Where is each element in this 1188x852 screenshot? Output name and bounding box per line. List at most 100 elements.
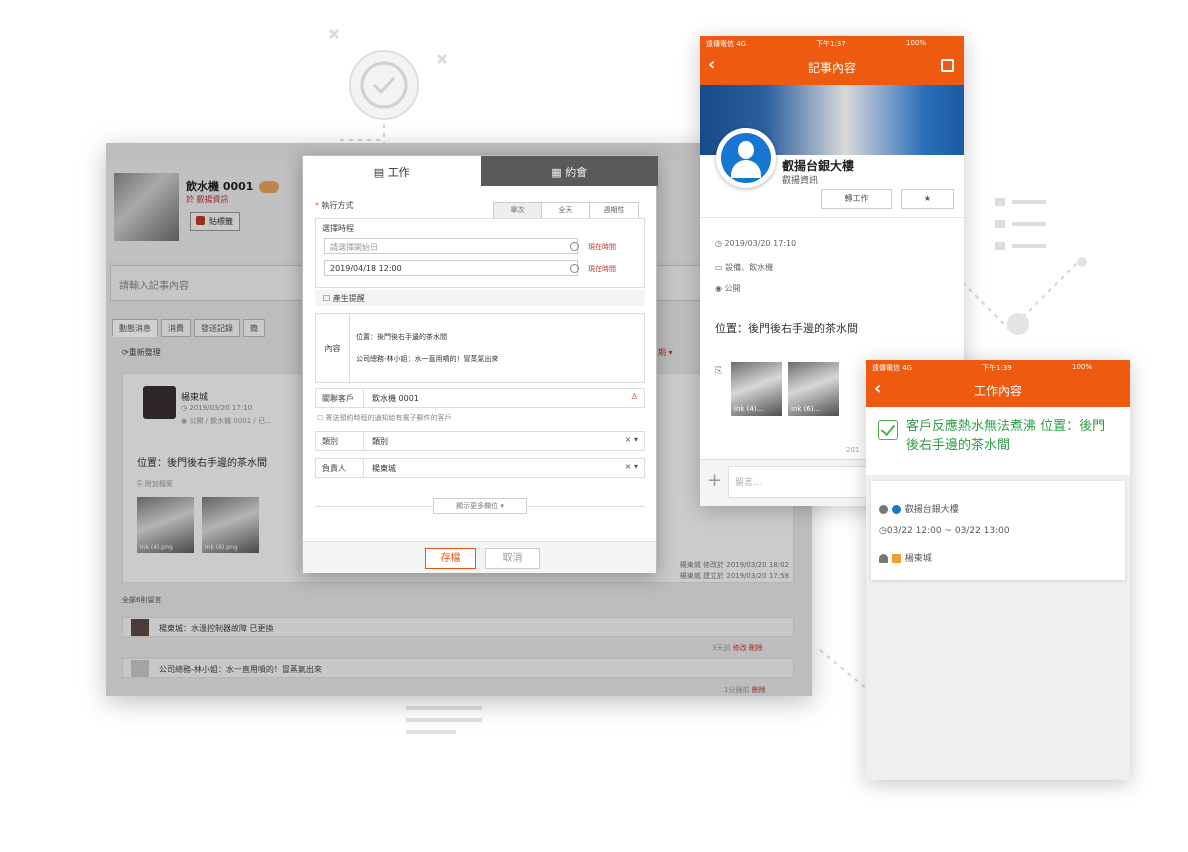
status-bar: 遠傳電信 4G 下午1:39 100% <box>866 360 1130 373</box>
attachment-image[interactable]: ink (6).png <box>202 497 259 553</box>
tab-work[interactable]: ▤ 工作 <box>303 156 481 186</box>
status-time: 下午1:39 <box>982 364 1012 372</box>
tab-meeting[interactable]: ▦ 約會 <box>480 156 658 186</box>
feed-meta: ◉ 公開 / 飲水機 0001 / 已... <box>181 417 272 425</box>
calendar-icon: ▤ <box>373 166 388 179</box>
contact-card: 叡揚台銀大樓 叡揚資訊 轉工作 ★ <box>700 128 964 215</box>
checkbox-checked-icon[interactable] <box>878 420 898 440</box>
checkbox-icon: ☐ <box>317 414 326 422</box>
refresh-icon: ⟳ <box>122 348 129 357</box>
customer-label: 關聯客戶 <box>316 389 364 407</box>
battery: 100% <box>906 39 927 47</box>
record-company[interactable]: 於 叡揚資訊 <box>186 194 229 205</box>
reminder-checkbox[interactable]: ☐ 產生提醒 <box>315 290 645 306</box>
tab-activity[interactable]: 動態消息 <box>112 319 158 337</box>
convert-to-task-button[interactable]: 轉工作 <box>821 189 892 209</box>
avatar <box>716 128 776 188</box>
tab-more[interactable]: 簡 <box>243 319 265 337</box>
new-task-dialog: ▤ 工作 ▦ 約會 * 執行方式 單次 全天 週期性 選擇時程 請選擇開始日 現… <box>302 155 658 573</box>
category-field[interactable]: 類別 類別 × ▾ <box>315 431 645 451</box>
page-title: 工作內容 <box>973 384 1022 398</box>
task-time: ◷03/22 12:00 ~ 03/22 13:00 <box>879 526 1010 536</box>
task-owner[interactable]: 楊東城 <box>879 551 932 564</box>
avatar <box>143 386 176 419</box>
divider <box>527 506 645 507</box>
customer-value: 飲水機 0001 <box>372 394 419 403</box>
folder-icon: ▭ <box>715 263 726 272</box>
email-option[interactable]: ☐ 寄送預約時程的通知給有電子郵件的客戶 <box>317 413 452 423</box>
attachment-image[interactable]: ink (4)... <box>731 362 782 416</box>
task-company[interactable]: 叡揚台銀大樓 <box>879 502 959 515</box>
tab-purchases[interactable]: 消費 <box>161 319 191 337</box>
customer-field[interactable]: 關聯客戶 飲水機 0001 ♙ <box>315 388 645 408</box>
end-date-field[interactable]: 2019/04/18 12:00 <box>324 260 578 276</box>
tag-button[interactable]: 貼標籤 <box>190 212 240 231</box>
show-more-fields-button[interactable]: 顯示更多欄位 ▾ <box>433 498 527 514</box>
content-field[interactable]: 內容 位置：後門後右手邊的茶水間 公司總務-林小姐：水一直用噴的！冒蒸氣出來 <box>315 313 645 384</box>
exec-mode-label: * 執行方式 <box>315 201 354 210</box>
tab-send-log[interactable]: 發送記錄 <box>194 319 240 337</box>
mode-all-day[interactable]: 全天 <box>542 203 590 218</box>
avatar <box>131 619 149 636</box>
content-line: 公司總務-林小姐：水一直用噴的！冒蒸氣出來 <box>356 355 499 363</box>
record-name: 飲水機 0001 <box>186 178 280 194</box>
checkbox-icon: ☐ <box>323 294 333 303</box>
company-icon <box>891 505 901 514</box>
edit-icon[interactable] <box>941 59 954 72</box>
cancel-button[interactable]: 取消 <box>485 548 540 569</box>
feed-user[interactable]: 楊東城 <box>181 390 208 403</box>
plus-icon[interactable]: + <box>707 470 722 491</box>
person-icon <box>879 554 888 563</box>
comment-meta: 3天前 修改 刪除 <box>712 644 763 652</box>
divider <box>700 217 964 218</box>
mode-recurring[interactable]: 週期性 <box>590 203 638 218</box>
save-button[interactable]: 存檔 <box>425 548 476 569</box>
attachment-image[interactable]: ink (4).png <box>137 497 194 553</box>
contact-name[interactable]: 叡揚台銀大樓 <box>782 157 854 174</box>
list-icon <box>995 198 1046 250</box>
page-title: 記事內容 <box>807 61 856 75</box>
edit-history: 楊東城 修改於 2019/03/20 18:02 <box>679 561 789 569</box>
mobile-task-screen: 遠傳電信 4G 下午1:39 100% ‹ 工作內容 客戶反應熱水無法煮沸 位置… <box>866 360 1130 780</box>
task-header: 客戶反應熱水無法煮沸 位置：後門後右手邊的茶水間 <box>866 407 1130 475</box>
start-date-field[interactable]: 請選擇開始日 <box>324 238 578 254</box>
comment-input[interactable]: 留言... <box>728 466 878 498</box>
attachment-image[interactable]: ink (6)... <box>788 362 839 416</box>
note-location: 位置：後門後右手邊的茶水間 <box>715 322 858 335</box>
divider <box>315 506 433 507</box>
attachments-label: ⎘ 附加檔案 <box>137 480 173 488</box>
comment-item: 楊東城：水溫控制器故障 已更換 <box>122 617 794 637</box>
owner-field[interactable]: 負責人 楊東城 × ▾ <box>315 458 645 478</box>
clock-icon[interactable] <box>570 264 579 273</box>
comment-actions[interactable]: 修改 刪除 <box>733 644 763 652</box>
mode-once[interactable]: 單次 <box>494 203 542 218</box>
clock-icon: ◷ <box>879 526 887 536</box>
note-visibility: ◉ 公開 <box>715 284 741 293</box>
refresh-button[interactable]: ⟳重新整理 <box>122 347 161 358</box>
now-link[interactable]: 現在時間 <box>588 264 616 274</box>
battery: 100% <box>1072 363 1093 371</box>
comment-meta: 1分鐘前 刪除 <box>724 686 766 694</box>
owner-value: 楊東城 <box>372 464 396 473</box>
chevron-down-icon[interactable]: × ▾ <box>625 435 638 444</box>
paperclip-icon: ⎘ <box>137 480 145 488</box>
user-avatar-icon <box>891 554 901 563</box>
category-value: 類別 <box>372 437 388 446</box>
now-link[interactable]: 現在時間 <box>588 242 616 252</box>
status-time: 下午1:37 <box>816 40 846 48</box>
task-title: 客戶反應熱水無法煮沸 位置：後門後右手邊的茶水間 <box>906 419 1106 453</box>
record-thumbnail <box>114 173 179 241</box>
nav-bar: ‹ 工作內容 <box>866 373 1130 409</box>
category-label: 類別 <box>316 432 364 450</box>
comment-actions[interactable]: 刪除 <box>752 686 766 694</box>
status-bar: 遠傳電信 4G 下午1:37 100% <box>700 36 964 49</box>
owner-label: 負責人 <box>316 459 364 477</box>
person-icon[interactable]: ♙ <box>631 392 638 401</box>
calendar-grid-icon: ▦ <box>551 166 566 179</box>
content-label: 內容 <box>316 314 350 384</box>
star-button[interactable]: ★ <box>901 189 954 209</box>
chevron-down-icon[interactable]: × ▾ <box>625 462 638 471</box>
clock-icon[interactable] <box>570 242 579 251</box>
note-time: ◷ 2019/03/20 17:10 <box>715 239 797 248</box>
eye-icon: ◉ <box>715 284 725 293</box>
